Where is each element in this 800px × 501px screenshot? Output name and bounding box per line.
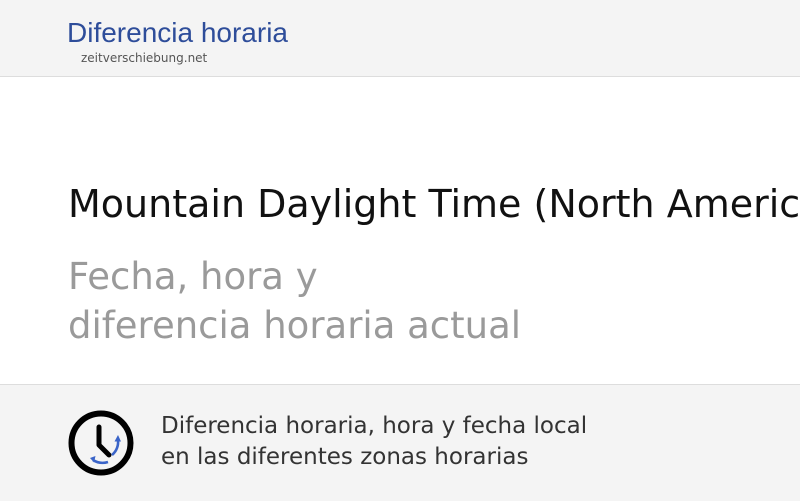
page-subtitle: Fecha, hora y diferencia horaria actual: [68, 252, 521, 350]
subtitle-line-1: Fecha, hora y: [68, 255, 318, 298]
footer-tagline: Diferencia horaria, hora y fecha local e…: [161, 411, 587, 473]
site-domain: zeitverschiebung.net: [81, 51, 208, 65]
footer-line-1: Diferencia horaria, hora y fecha local: [161, 413, 588, 439]
subtitle-line-2: diferencia horaria actual: [68, 304, 522, 347]
clock-icon: [68, 410, 134, 476]
site-title-link[interactable]: Diferencia horaria: [67, 19, 288, 47]
site-header: Diferencia horaria zeitverschiebung.net: [0, 0, 800, 77]
page-title: Mountain Daylight Time (North America): [68, 182, 800, 226]
footer-banner: Diferencia horaria, hora y fecha local e…: [0, 384, 800, 501]
hero-section: Mountain Daylight Time (North America) F…: [0, 77, 800, 384]
footer-line-2: en las diferentes zonas horarias: [161, 444, 529, 470]
